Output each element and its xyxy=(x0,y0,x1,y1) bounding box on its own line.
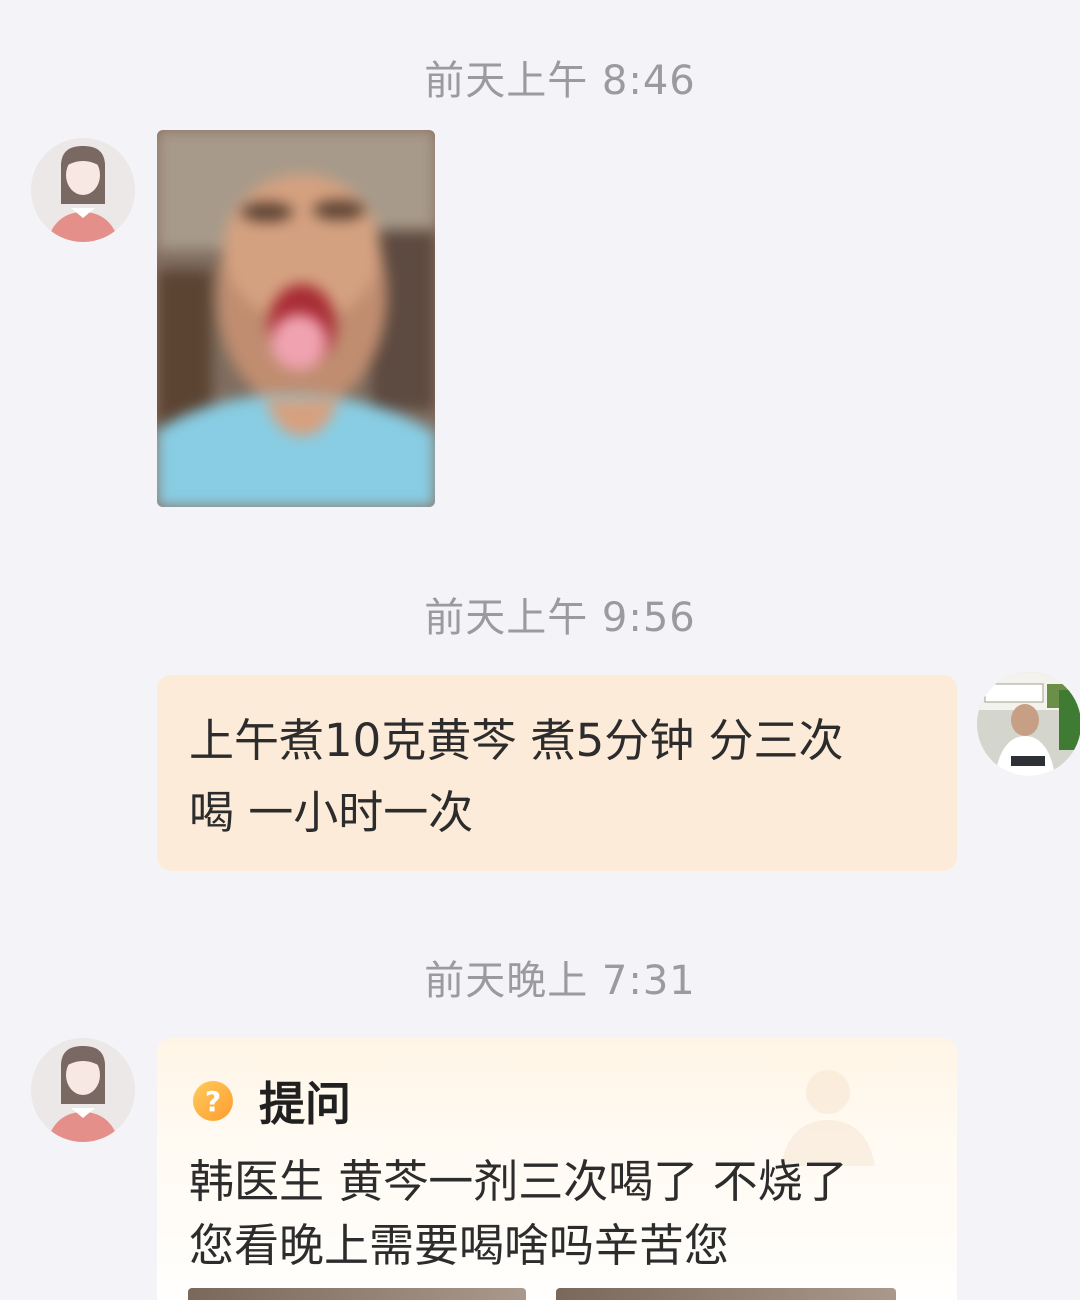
patient-avatar-graphic xyxy=(31,138,135,242)
question-title: 提问 xyxy=(259,1077,351,1131)
patient-avatar-icon[interactable] xyxy=(31,138,135,242)
timestamp: 前天上午 9:56 xyxy=(424,595,696,641)
doctor-avatar-icon[interactable] xyxy=(977,672,1080,776)
question-text: 韩医生 黄芩一剂三次喝了 不烧了 您看晚上需要喝啥吗辛苦您 xyxy=(189,1150,919,1278)
question-header: ? 提问 xyxy=(193,1068,351,1134)
attachment-thumbnail[interactable] xyxy=(556,1288,896,1300)
child-photo-image xyxy=(157,130,435,507)
question-card[interactable]: ? 提问 韩医生 黄芩一剂三次喝了 不烧了 您看晚上需要喝啥吗辛苦您 xyxy=(157,1038,957,1300)
doctor-reply-bubble[interactable]: 上午煮10克黄芩 煮5分钟 分三次 喝 一小时一次 xyxy=(157,675,957,871)
question-mark-icon: ? xyxy=(193,1081,233,1121)
patient-avatar-icon[interactable] xyxy=(31,1038,135,1142)
question-line-2: 您看晚上需要喝啥吗辛苦您 xyxy=(189,1219,730,1272)
timestamp: 前天上午 8:46 xyxy=(424,58,696,104)
attachment-thumbnail[interactable] xyxy=(188,1288,526,1300)
doctor-avatar-graphic xyxy=(977,672,1080,776)
chat-page: 前天上午 8:46 前天上午 9:56 上午煮10克黄芩 煮5分钟 分三次 喝 … xyxy=(0,0,1080,1300)
timestamp: 前天晚上 7:31 xyxy=(424,958,696,1004)
shared-photo[interactable] xyxy=(157,130,435,507)
doctor-reply-line-2: 喝 一小时一次 xyxy=(189,786,474,839)
patient-avatar-graphic xyxy=(31,1038,135,1142)
question-line-1: 韩医生 黄芩一剂三次喝了 不烧了 xyxy=(189,1155,848,1208)
doctor-reply-line-1: 上午煮10克黄芩 煮5分钟 分三次 xyxy=(189,714,844,767)
